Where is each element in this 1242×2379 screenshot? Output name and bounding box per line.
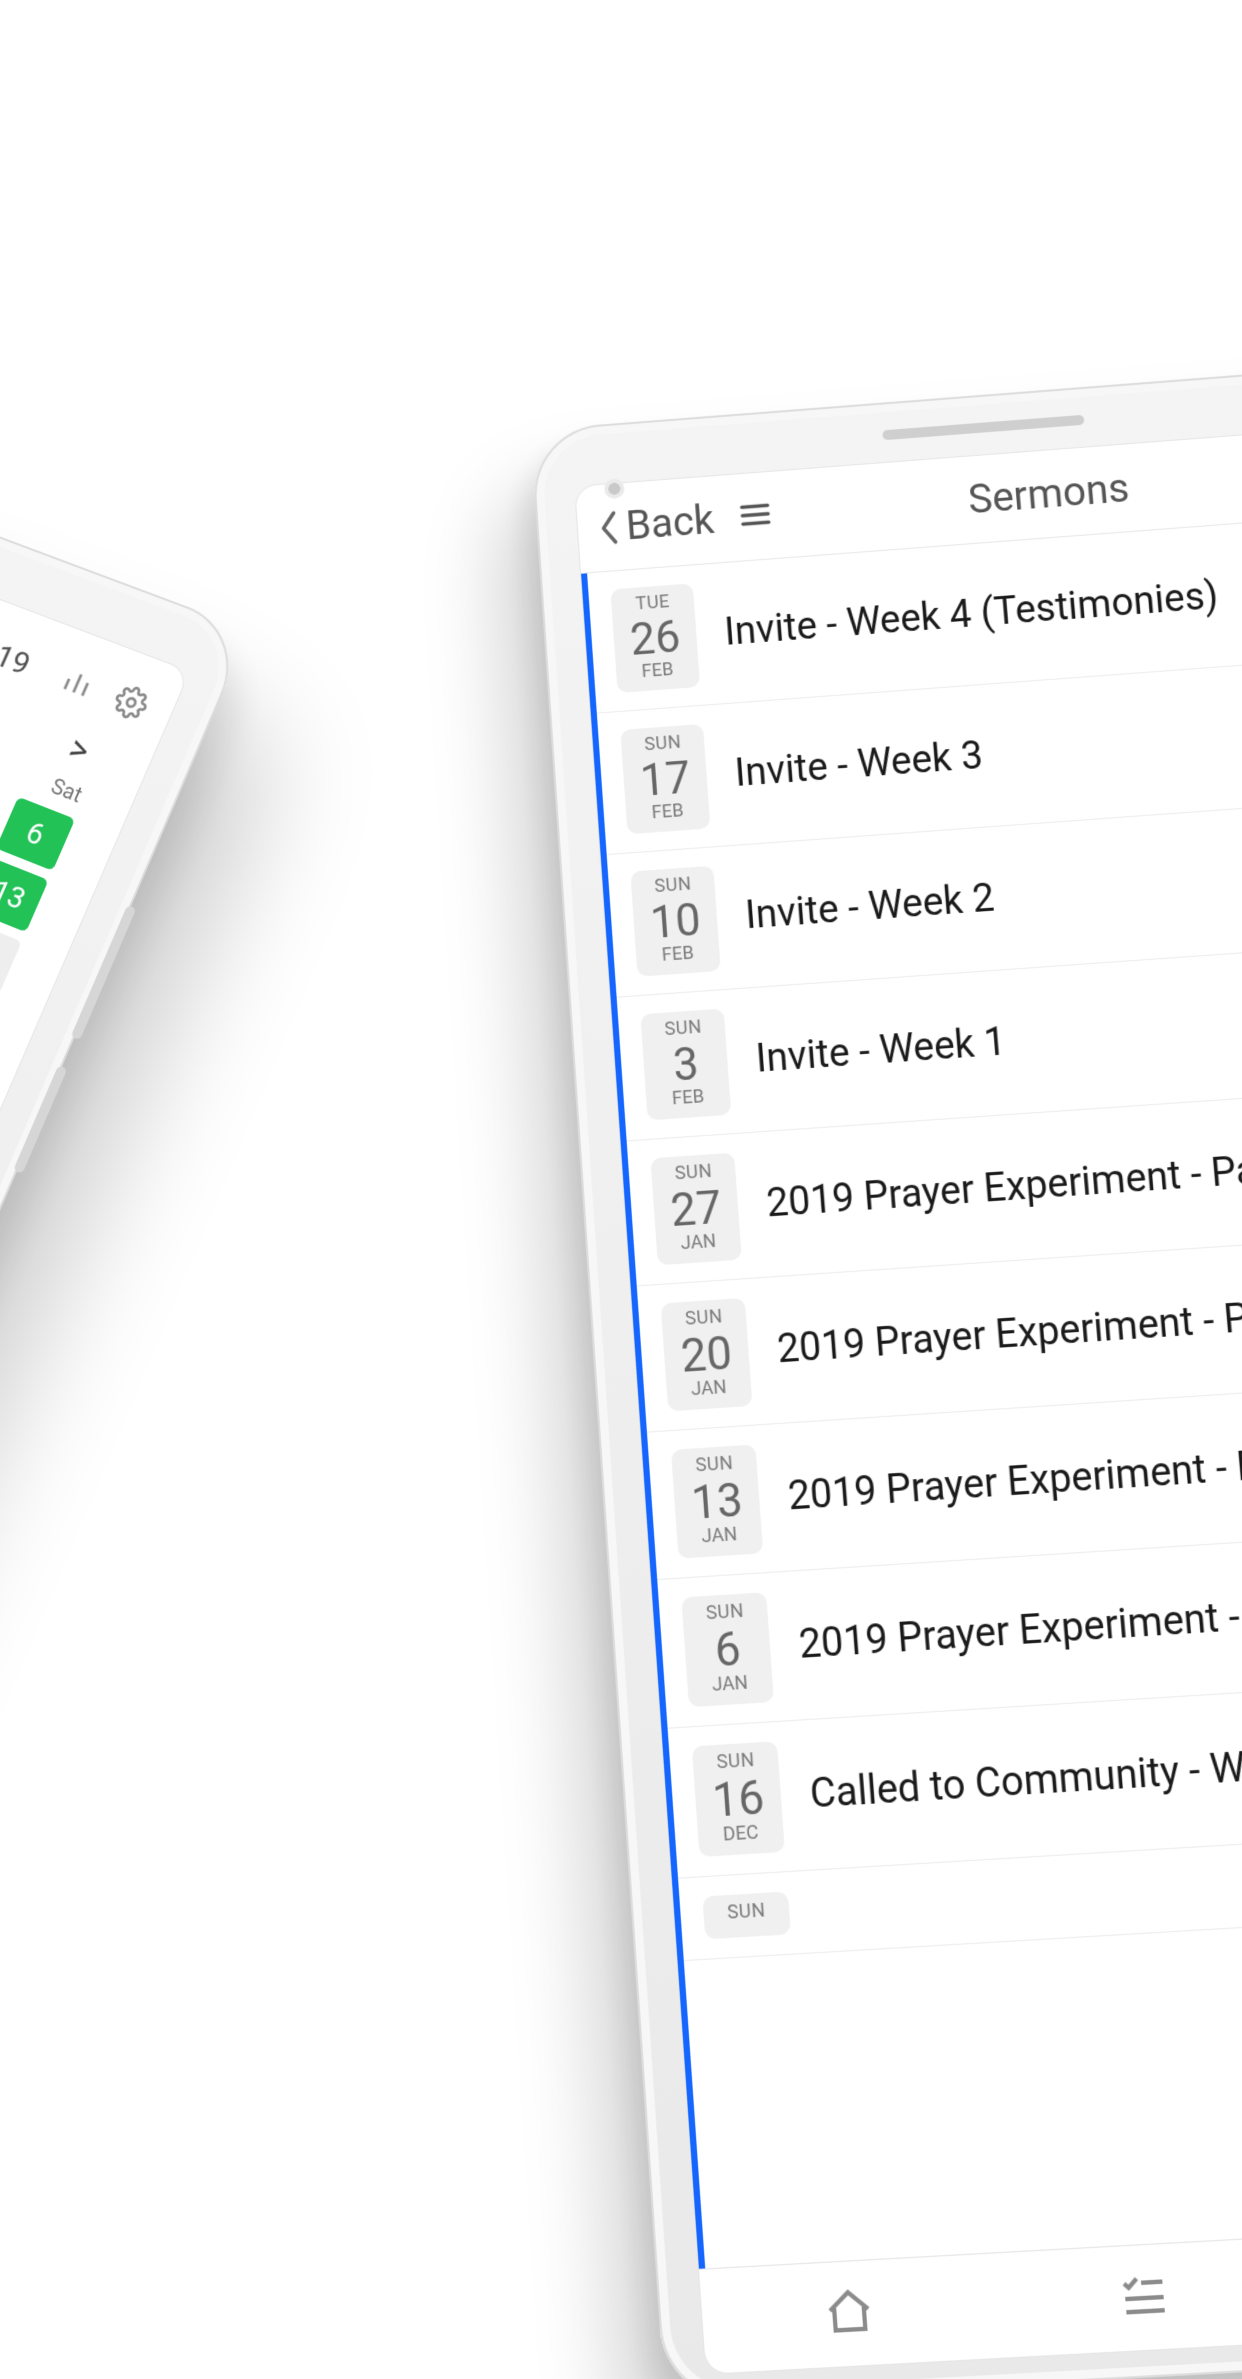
checklist-icon <box>1117 2268 1172 2324</box>
tab-checklist[interactable] <box>1117 2268 1173 2328</box>
date-day: 27 <box>653 1183 740 1234</box>
tab-home[interactable] <box>822 2284 877 2344</box>
sermon-title: Invite - Week 1 <box>754 1020 1007 1082</box>
sermon-title: 2019 Prayer Experiment - Part 2 <box>786 1438 1242 1520</box>
date-day <box>705 1924 791 1929</box>
calendar-dow-label: Sat <box>47 774 86 808</box>
date-dow: SUN <box>692 1750 779 1774</box>
phone-side-button <box>13 1065 67 1174</box>
date-month: FEB <box>646 1086 731 1110</box>
sermon-title: Called to Community - Week 4 <box>808 1739 1242 1818</box>
calendar-next-button[interactable]: > <box>62 727 96 772</box>
date-month: JAN <box>676 1524 762 1548</box>
date-badge: SUN20JAN <box>661 1298 753 1412</box>
date-month: JAN <box>666 1377 752 1401</box>
sermon-title: Invite - Week 2 <box>744 876 996 938</box>
date-dow: SUN <box>703 1900 790 1924</box>
primary-phone-frame: Back Sermons TUE26FEBInvite - Week 4 (Te… <box>530 360 1242 2379</box>
date-badge: SUN3FEB <box>640 1009 731 1121</box>
secondary-title: - Day 19 <box>0 452 47 687</box>
date-badge: SUN17FEB <box>620 724 710 834</box>
chevron-left-icon <box>597 508 622 547</box>
page-title: Sermons <box>698 444 1242 544</box>
date-badge: TUE26FEB <box>610 583 700 693</box>
secondary-screen: - Day 19 > Sat <box>0 415 191 2056</box>
date-badge: SUN27JAN <box>650 1153 741 1266</box>
stats-icon[interactable] <box>55 661 100 707</box>
date-month: DEC <box>697 1822 784 1846</box>
date-day: 17 <box>622 754 708 804</box>
date-badge: SUN <box>702 1891 791 1939</box>
date-month <box>705 1924 791 1929</box>
sermon-title: 2019 Prayer Experiment - Part 3 <box>776 1290 1242 1373</box>
sermon-list[interactable]: TUE26FEBInvite - Week 4 (Testimonies)SUN… <box>581 510 1242 2269</box>
gear-icon[interactable] <box>108 681 153 727</box>
date-day: 26 <box>612 613 698 663</box>
primary-screen: Back Sermons TUE26FEBInvite - Week 4 (Te… <box>574 421 1242 2375</box>
calendar-cell[interactable]: 13 <box>0 857 49 932</box>
date-month: JAN <box>656 1231 741 1255</box>
home-icon <box>822 2284 877 2339</box>
date-badge: SUN13JAN <box>671 1444 763 1558</box>
date-day: 13 <box>673 1476 761 1528</box>
date-day: 3 <box>642 1039 729 1090</box>
date-month: FEB <box>616 659 700 683</box>
date-day: 16 <box>694 1773 783 1825</box>
secondary-phone-frame: - Day 19 > Sat <box>0 356 250 2099</box>
date-month: FEB <box>626 800 710 824</box>
date-badge: SUN16DEC <box>692 1741 785 1857</box>
calendar-cell-empty <box>0 919 22 994</box>
date-day: 6 <box>684 1624 772 1676</box>
date-day: 10 <box>632 896 718 946</box>
date-badge: SUN6JAN <box>681 1592 774 1707</box>
sermon-title: 2019 Prayer Experiment - Part 4 <box>765 1144 1242 1227</box>
sermon-title: Invite - Week 3 <box>733 734 984 796</box>
date-badge: SUN10FEB <box>630 866 721 977</box>
date-month: FEB <box>636 942 721 966</box>
sermon-title: 2019 Prayer Experiment - Part 1 <box>797 1587 1242 1669</box>
sermon-title: Invite - Week 4 (Testimonies) <box>723 574 1220 655</box>
date-day: 20 <box>663 1329 750 1380</box>
date-month: JAN <box>687 1672 773 1696</box>
